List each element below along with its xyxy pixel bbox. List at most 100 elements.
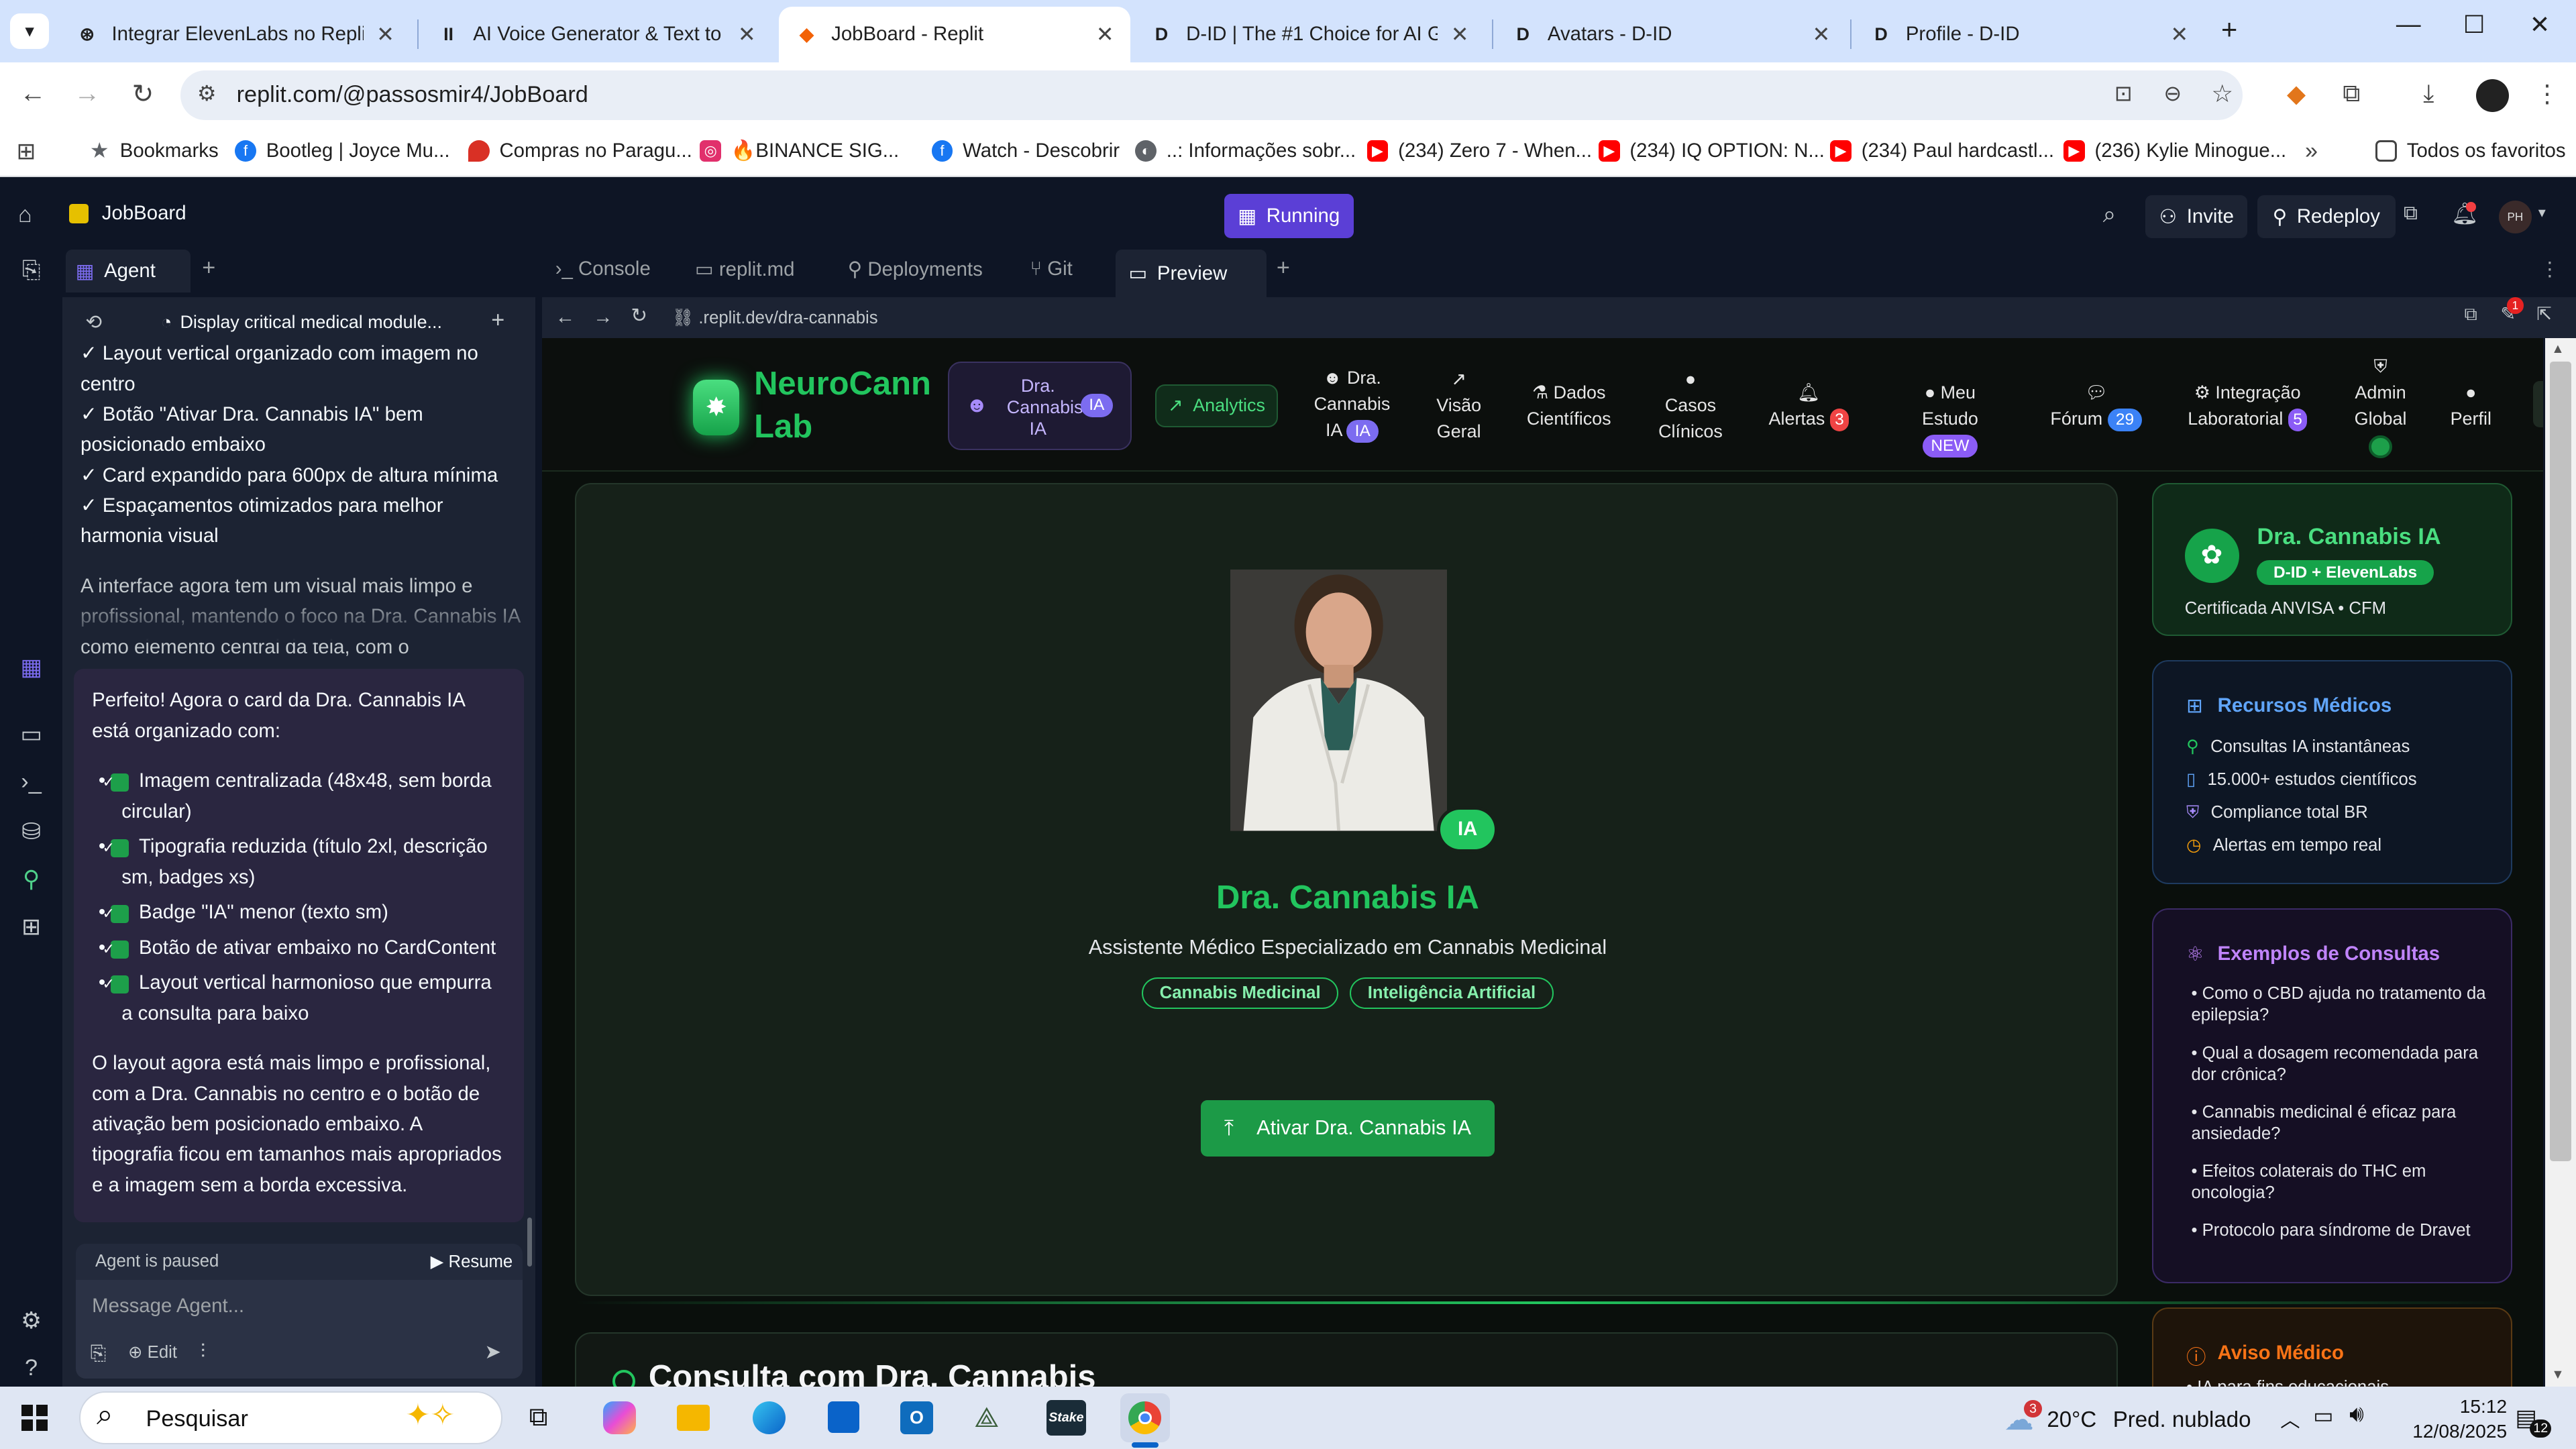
zoom-icon[interactable]: ⊖ [2163, 80, 2182, 106]
agent-scrollbar[interactable] [527, 1217, 533, 1267]
browser-tab[interactable]: ⊛ Integrar ElevenLabs no Replit ✕ [59, 7, 411, 62]
nav-dra-cannabis[interactable]: ☻ Dra. Cannabis IA IA [1307, 365, 1396, 444]
example-query[interactable]: • Protocolo para síndrome de Dravet [2191, 1220, 2487, 1242]
chrome-icon[interactable] [1120, 1393, 1170, 1443]
browser-tab[interactable]: D D-ID | The #1 Choice for AI Gen ✕ [1134, 7, 1485, 62]
redeploy-button[interactable]: ⚲ Redeploy [2257, 195, 2396, 239]
activate-dra-cannabis-button[interactable]: ⤒ Ativar Dra. Cannabis IA [1200, 1100, 1495, 1157]
metamask-extension-icon[interactable]: ◆ [2287, 79, 2306, 108]
resume-button[interactable]: ▶ Resume [431, 1252, 513, 1272]
site-settings-icon[interactable]: ⚙ [197, 80, 217, 106]
send-icon[interactable]: ➤ [484, 1340, 501, 1364]
bookmark-star-icon[interactable]: ☆ [2211, 79, 2233, 108]
windows-start-icon[interactable] [21, 1404, 48, 1432]
close-tab-icon[interactable]: ✕ [738, 21, 756, 47]
more-options-icon[interactable]: ⋮ [2540, 258, 2559, 281]
forward-icon[interactable]: → [593, 306, 612, 329]
nav-analytics[interactable]: ↗ Analytics [1155, 384, 1279, 427]
close-tab-icon[interactable]: ✕ [1096, 21, 1114, 47]
edge-icon[interactable] [752, 1401, 786, 1434]
preview-scrollbar[interactable]: ▲ ▼ [2544, 338, 2576, 1387]
brand-logo[interactable]: ✸ [693, 379, 740, 435]
address-bar[interactable]: ⚙ replit.com/@passosmir4/JobBoard ⊡ ⊖ ☆ [180, 70, 2243, 120]
clock[interactable]: 15:12 12/08/2025 [2392, 1395, 2507, 1444]
tab-agent[interactable]: ▦ Agent [65, 250, 191, 292]
search-icon[interactable]: ⌕ [2103, 202, 2116, 228]
settings-sliders-icon[interactable]: ⫶ [201, 1340, 205, 1363]
bookmark-item[interactable]: ▶ (234) Paul hardcastl... [1830, 140, 2054, 162]
brand-name[interactable]: NeuroCann Lab [754, 363, 931, 448]
agent-icon[interactable]: ▦ [18, 654, 44, 681]
bookmark-item[interactable]: f Watch - Descobrir [931, 140, 1120, 162]
nav-meu-estudo[interactable]: ● Meu Estudo NEW [1896, 380, 2004, 459]
tab-search-button[interactable]: ▾ [9, 13, 50, 50]
new-tab-button[interactable]: + [2221, 13, 2237, 46]
tab-replit-md[interactable]: ▭ replit.md [695, 258, 795, 281]
bookmark-item[interactable]: ▶ (234) IQ OPTION: N... [1598, 140, 1825, 162]
chevron-up-icon[interactable]: ︿ [2280, 1405, 2300, 1433]
download-icon[interactable]: ⤓ [2423, 79, 2434, 108]
nav-perfil[interactable]: ● Perfil [2441, 380, 2500, 432]
browser-tab[interactable]: II AI Voice Generator & Text to Sp ✕ [421, 7, 772, 62]
nav-forum[interactable]: 💬︎ Fórum 29 [2050, 380, 2143, 432]
example-query[interactable]: • Cannabis medicinal é eficaz para ansie… [2191, 1102, 2487, 1145]
maximize-icon[interactable]: ☐ [2441, 10, 2507, 39]
reload-icon[interactable]: ↻ [127, 79, 160, 109]
feedback-icon[interactable]: ⚙ [18, 1307, 44, 1334]
help-icon[interactable]: ? [18, 1355, 44, 1381]
volume-icon[interactable]: 🔊︎ [2349, 1401, 2364, 1428]
browser-tab[interactable]: D Profile - D-ID ✕ [1853, 7, 2204, 62]
nav-visao-geral[interactable]: ↗ Visão Geral [1426, 366, 1492, 445]
close-tab-icon[interactable]: ✕ [2170, 21, 2188, 47]
back-icon[interactable]: ← [555, 306, 575, 329]
outlook-icon[interactable]: O [900, 1401, 934, 1434]
nav-alertas[interactable]: 🔔︎ Alertas 3 [1763, 380, 1855, 432]
chevron-down-icon[interactable]: ▾ [2538, 204, 2546, 221]
bookmark-item[interactable]: ◐..: Informações sobr... [1135, 140, 1356, 162]
home-icon[interactable]: ⌂ [18, 202, 32, 228]
close-window-icon[interactable]: ✕ [2507, 10, 2573, 39]
preview-icon[interactable]: ▭ [18, 721, 44, 748]
bookmark-item[interactable]: f Bootleg | Joyce Mu... [235, 140, 450, 162]
close-tab-icon[interactable]: ✕ [1813, 21, 1831, 47]
example-query[interactable]: • Efeitos colaterais do THC em oncologia… [2191, 1161, 2487, 1204]
minimize-icon[interactable]: — [2375, 10, 2441, 38]
new-chat-icon[interactable]: + [491, 307, 504, 333]
open-new-window-icon[interactable]: ⇱ [2536, 304, 2552, 325]
agent-task-title[interactable]: ◔ Display critical medical module... [161, 312, 442, 333]
address-url[interactable]: replit.com/@passosmir4/JobBoard [237, 82, 588, 108]
reload-icon[interactable]: ↻ [631, 304, 647, 327]
tab-console[interactable]: ›_ Console [555, 258, 651, 280]
stake-app-icon[interactable]: Stake [1046, 1399, 1086, 1436]
files-icon[interactable]: ⎘ [18, 258, 44, 284]
browser-tab-active[interactable]: ◆ JobBoard - Replit ✕ [778, 6, 1130, 63]
bookmark-item[interactable]: Compras no Paragu... [468, 140, 692, 162]
profile-avatar[interactable] [2475, 78, 2509, 112]
nav-admin-global[interactable]: ⛨ Admin Global [2346, 354, 2415, 459]
back-icon[interactable]: ← [16, 79, 49, 109]
install-app-icon[interactable]: ⊡ [2114, 80, 2133, 106]
close-tab-icon[interactable]: ✕ [376, 21, 394, 47]
project-switcher[interactable]: JobBoard [68, 202, 186, 225]
avatar[interactable]: PH [2498, 200, 2532, 233]
apps-grid-icon[interactable]: ⊞ [16, 138, 36, 165]
deployments-icon[interactable]: ⚲ [18, 866, 44, 893]
example-query[interactable]: • Qual a dosagem recomendada para dor cr… [2191, 1043, 2487, 1086]
new-tab-button[interactable]: + [202, 255, 215, 281]
bookmark-item[interactable]: ▶ (234) Zero 7 - When... [1366, 140, 1592, 162]
scroll-thumb[interactable] [2549, 361, 2571, 1162]
tab-preview[interactable]: ▭ Preview [1115, 250, 1267, 298]
preview-url-input[interactable]: ⛓ .replit.dev/dra-cannabis [665, 303, 2453, 334]
new-tab-button[interactable]: + [1277, 255, 1290, 281]
network-icon[interactable]: ▭ [2313, 1403, 2333, 1428]
browser-tab[interactable]: D Avatars - D-ID ✕ [1495, 7, 1847, 62]
all-tools-icon[interactable]: ⊞ [18, 914, 44, 941]
history-icon[interactable]: ⟲ [85, 311, 102, 334]
taskbar-search[interactable]: ⌕ Pesquisar ✦✧ [78, 1391, 503, 1444]
copilot-app-icon[interactable] [602, 1401, 636, 1434]
database-icon[interactable]: ⛁ [18, 818, 44, 845]
nav-dra-cannabis-active[interactable]: ☻ Dra. Cannabis IA IA [948, 361, 1132, 450]
scroll-up-icon[interactable]: ▲ [2551, 341, 2564, 357]
more-bookmarks-icon[interactable]: » [2305, 138, 2318, 164]
nav-casos-clinicos[interactable]: ● Casos Clínicos [1646, 366, 1735, 445]
